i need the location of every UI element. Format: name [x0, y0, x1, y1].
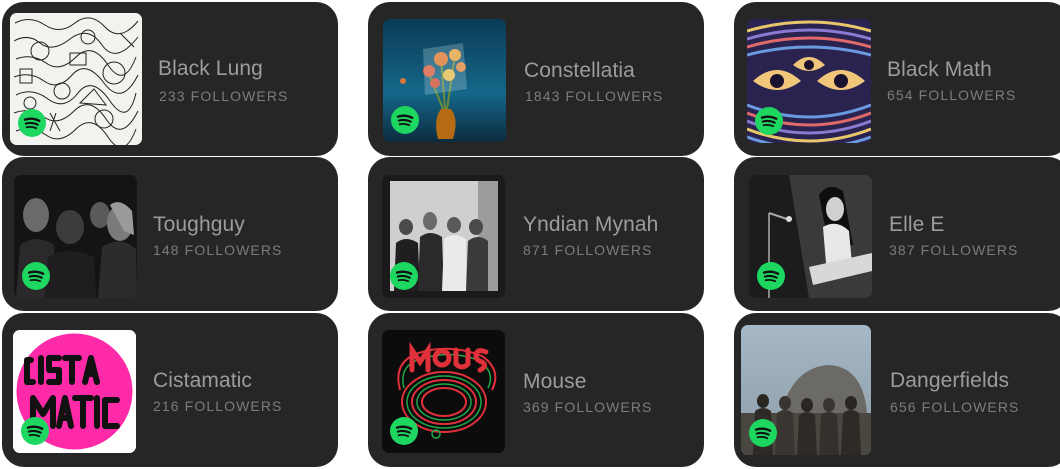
artist-name[interactable]: Mouse [523, 370, 587, 394]
artist-name[interactable]: Yndian Mynah [523, 213, 658, 237]
artist-artwork [741, 325, 871, 455]
artist-card-constellatia[interactable]: Constellatia 1843 FOLLOWERS [368, 2, 704, 156]
artist-artwork [383, 19, 506, 142]
artist-name[interactable]: Toughguy [153, 213, 245, 237]
follower-count: 654 FOLLOWERS [887, 87, 1017, 103]
artist-name[interactable]: Black Lung [158, 57, 263, 81]
follower-count: 871 FOLLOWERS [523, 242, 653, 258]
artist-card-black-lung[interactable]: Black Lung 233 FOLLOWERS [2, 2, 338, 156]
follower-count: 233 FOLLOWERS [159, 88, 289, 104]
artist-artwork [13, 330, 136, 453]
spotify-icon[interactable] [21, 417, 49, 445]
spotify-icon[interactable] [22, 262, 50, 290]
spotify-icon[interactable] [390, 417, 418, 445]
artist-name[interactable]: Elle E [889, 213, 944, 237]
artist-artwork [382, 175, 505, 298]
follower-count: 1843 FOLLOWERS [525, 88, 664, 104]
artist-name[interactable]: Cistamatic [153, 369, 252, 393]
artist-name[interactable]: Constellatia [524, 59, 635, 83]
spotify-icon[interactable] [390, 262, 418, 290]
spotify-icon[interactable] [757, 262, 785, 290]
spotify-icon[interactable] [749, 419, 777, 447]
artist-card-toughguy[interactable]: Toughguy 148 FOLLOWERS [2, 157, 338, 311]
spotify-icon[interactable] [755, 107, 783, 135]
artist-artwork [382, 330, 505, 453]
follower-count: 216 FOLLOWERS [153, 398, 283, 414]
artist-card-elle-e[interactable]: Elle E 387 FOLLOWERS [734, 157, 1060, 311]
artist-artwork [749, 175, 872, 298]
artist-artwork [14, 175, 137, 298]
artist-card-cistamatic[interactable]: Cistamatic 216 FOLLOWERS [2, 313, 338, 467]
artist-artwork [747, 19, 871, 143]
artist-name[interactable]: Black Math [887, 58, 992, 82]
artist-artwork [10, 13, 142, 145]
follower-count: 656 FOLLOWERS [890, 399, 1020, 415]
spotify-icon[interactable] [391, 106, 419, 134]
follower-count: 387 FOLLOWERS [889, 242, 1019, 258]
artist-card-black-math[interactable]: Black Math 654 FOLLOWERS [734, 2, 1060, 156]
artist-card-mouse[interactable]: Mouse 369 FOLLOWERS [368, 313, 704, 467]
spotify-icon[interactable] [18, 109, 46, 137]
artist-card-dangerfields[interactable]: Dangerfields 656 FOLLOWERS [734, 313, 1060, 467]
artist-card-yndian-mynah[interactable]: Yndian Mynah 871 FOLLOWERS [368, 157, 704, 311]
follower-count: 148 FOLLOWERS [153, 242, 283, 258]
follower-count: 369 FOLLOWERS [523, 399, 653, 415]
artist-name[interactable]: Dangerfields [890, 369, 1009, 393]
